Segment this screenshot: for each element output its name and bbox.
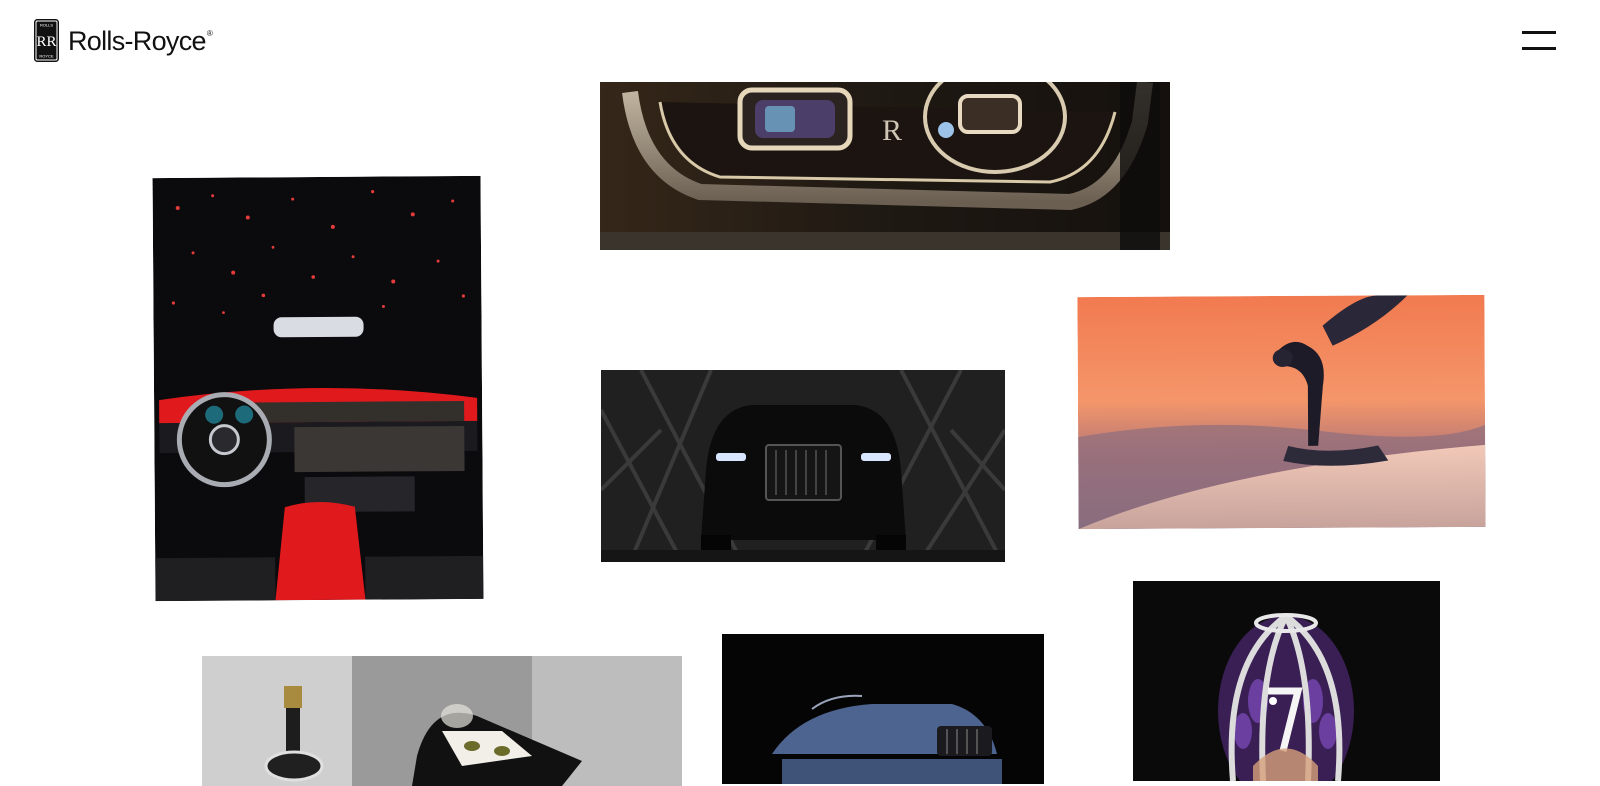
badge-monogram: RR [36,34,56,50]
spirit-of-ecstasy-image [1077,294,1486,530]
rolls-royce-logo[interactable]: ROLLS RR ROYCE Rolls-Royce® [34,18,213,62]
convertible-image [722,634,1044,784]
gallery-tile-ecstasy[interactable] [1077,294,1486,530]
black-badge-suv-image [601,370,1005,562]
gallery-tile-cullinan[interactable] [601,370,1005,562]
brand-wordmark: Rolls-Royce® [68,25,213,56]
gallery-tile-picnic[interactable] [202,656,682,786]
headlight-closeup-image: R [600,82,1170,250]
gallery-tile-interior[interactable] [152,175,484,602]
registered-mark: ® [206,28,213,38]
menu-button[interactable] [1522,31,1556,51]
gallery-tile-droptail[interactable] [722,634,1044,784]
svg-text:R: R [882,114,902,147]
jewelled-egg-image [1133,581,1440,781]
rr-badge-icon: ROLLS RR ROYCE [34,18,59,62]
badge-top-text: ROLLS [40,22,53,27]
gallery-tile-egg[interactable] [1133,581,1440,781]
site-header: ROLLS RR ROYCE Rolls-Royce® [0,0,1600,80]
starlight-interior-image [152,175,484,602]
champagne-hamper-image [202,656,682,786]
gallery-tile-headlight[interactable]: R [600,82,1170,250]
badge-bottom-text: ROYCE [39,53,54,58]
